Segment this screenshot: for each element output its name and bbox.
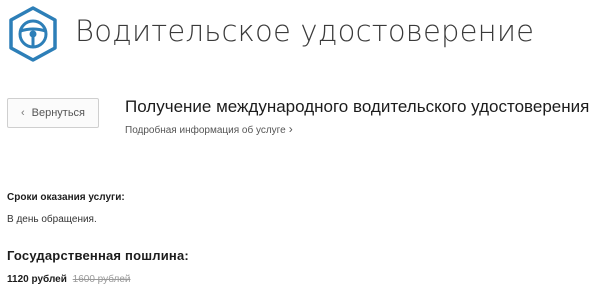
service-terms-value: В день обращения. [7,214,97,225]
service-terms-label: Сроки оказания услуги: [7,192,125,203]
chevron-left-icon: ‹ [20,107,25,119]
state-fee-label: Государственная пошлина: [7,248,189,263]
back-button-label: Вернуться [31,107,86,119]
state-fee-row: 1120 рублей 1600 рублей [7,274,131,285]
chevron-right-icon: › [288,122,293,136]
service-title: Получение международного водительского у… [125,97,590,116]
page-header: Водительское удостоверение [0,0,600,70]
service-details-link-label: Подробная информация об услуге [125,125,286,136]
steering-wheel-icon [9,6,57,62]
fee-old-price: 1600 рублей [72,274,131,285]
back-button[interactable]: ‹ Вернуться [7,98,99,128]
page-title: Водительское удостоверение [75,14,535,48]
service-details-link[interactable]: Подробная информация об услуге › [125,122,293,136]
fee-price: 1120 рублей [7,274,67,285]
